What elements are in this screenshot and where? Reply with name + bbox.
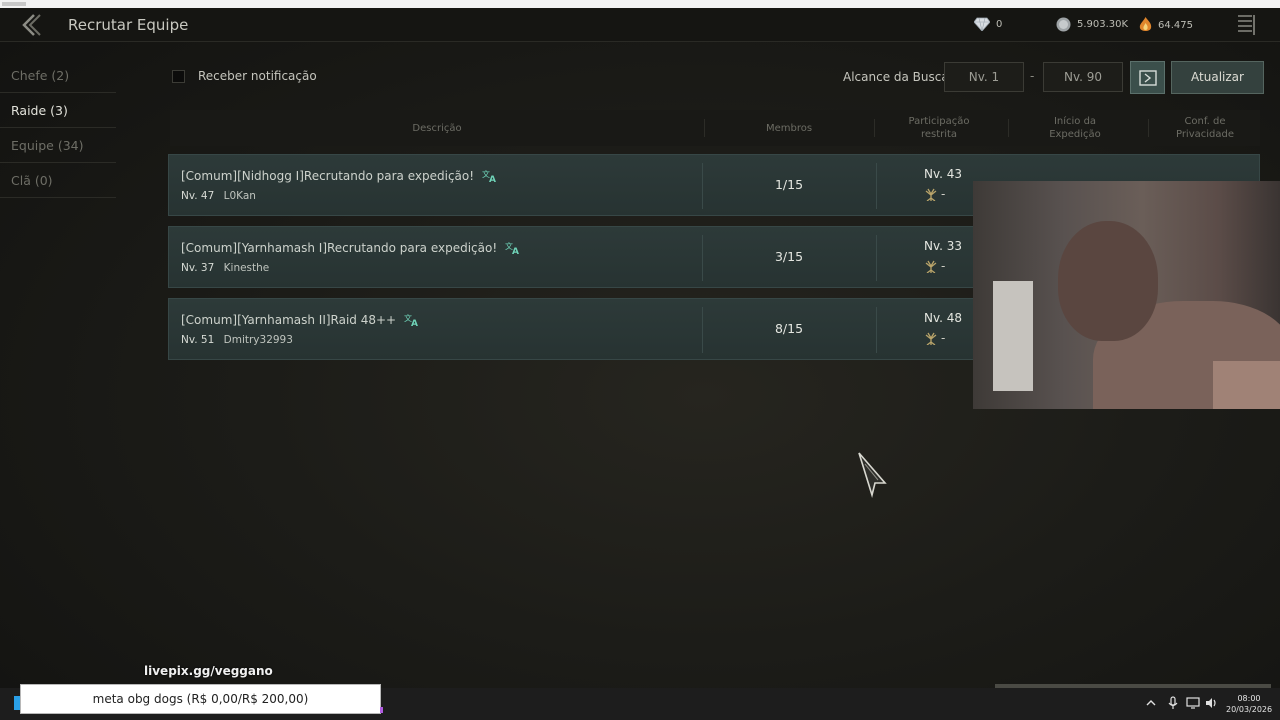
world-tree-icon <box>925 332 937 345</box>
translate-icon[interactable]: 文 A <box>482 169 498 183</box>
row-separator <box>876 235 877 281</box>
header-bar: Recrutar Equipe 0 5.903.30K 64.475 <box>0 8 1280 42</box>
col-start: Início da Expedição <box>1049 116 1101 140</box>
restriction-value: - <box>941 259 946 273</box>
silver-coin-icon <box>1056 17 1071 32</box>
world-tree-icon <box>925 260 937 273</box>
col-restricted: Participação restrita <box>908 116 970 140</box>
webcam-person-cloth <box>1213 361 1280 409</box>
clock-time: 08:00 <box>1237 694 1261 703</box>
category-nav: Chefe (2) Raide (3) Equipe (34) Clã (0) <box>0 58 116 198</box>
row-description-text: [Comum][Yarnhamash II]Raid 48++ <box>181 313 397 327</box>
webcam-person-head <box>1058 221 1158 341</box>
row-separator <box>702 307 703 353</box>
notify-checkbox[interactable] <box>172 70 185 83</box>
game-cursor-icon <box>858 452 887 498</box>
row-restriction: - <box>924 187 945 201</box>
range-separator: - <box>1030 69 1035 83</box>
window-top-strip <box>0 0 1280 8</box>
energy-amount: 64.475 <box>1158 19 1193 31</box>
world-tree-icon <box>925 188 937 201</box>
row-required-level: Nv. 33 <box>924 239 963 253</box>
row-members: 1/15 <box>774 177 804 192</box>
taskbar-clock[interactable]: 08:00 20/03/2026 <box>1226 693 1272 715</box>
taskbar-app-indicator <box>380 707 383 713</box>
page-title: Recrutar Equipe <box>68 16 189 34</box>
refresh-button[interactable]: Atualizar <box>1171 61 1264 94</box>
col-separator <box>1008 119 1009 137</box>
translate-icon[interactable]: 文 A <box>505 241 521 255</box>
restriction-value: - <box>941 331 946 345</box>
nav-item-cla[interactable]: Clã (0) <box>0 163 116 198</box>
level-max-field[interactable]: Nv. 90 <box>1043 62 1123 92</box>
leader-level: Nv. 51 <box>181 334 215 346</box>
diamond-icon <box>974 17 990 31</box>
row-required-level: Nv. 43 <box>924 167 963 181</box>
microphone-icon[interactable] <box>1166 696 1180 710</box>
search-range-label: Alcance da Busca <box>843 70 949 84</box>
row-members: 3/15 <box>774 249 804 264</box>
back-arrow-icon[interactable] <box>18 12 46 38</box>
col-members: Membros <box>765 122 813 134</box>
network-icon[interactable] <box>1186 696 1200 710</box>
row-leader: Nv. 51 Dmitry32993 <box>181 334 293 346</box>
row-leader: Nv. 47 L0Kan <box>181 190 256 202</box>
row-restriction: - <box>924 331 945 345</box>
translate-icon[interactable]: 文 A <box>404 313 420 327</box>
leader-name: L0Kan <box>223 190 256 202</box>
leader-name: Dmitry32993 <box>223 334 293 346</box>
flame-icon <box>1139 17 1152 31</box>
row-leader: Nv. 37 Kinesthe <box>181 262 269 274</box>
nav-item-raide[interactable]: Raide (3) <box>0 93 116 128</box>
clock-date: 20/03/2026 <box>1226 705 1273 714</box>
row-description: [Comum][Yarnhamash I]Recrutando para exp… <box>181 241 521 255</box>
row-separator <box>702 163 703 209</box>
reset-range-button[interactable] <box>1130 61 1165 94</box>
chevron-up-icon[interactable] <box>1144 696 1158 710</box>
leader-name: Kinesthe <box>223 262 270 274</box>
row-required-level: Nv. 48 <box>924 311 963 325</box>
livepix-link: livepix.gg/veggano <box>144 664 273 678</box>
row-separator <box>702 235 703 281</box>
row-description: [Comum][Nidhogg I]Recrutando para expedi… <box>181 169 498 183</box>
row-description-text: [Comum][Yarnhamash I]Recrutando para exp… <box>181 241 498 255</box>
volume-icon[interactable] <box>1204 696 1218 710</box>
diamond-currency: 0 <box>974 17 1002 31</box>
energy-currency: 64.475 <box>1139 17 1193 33</box>
leader-level: Nv. 37 <box>181 262 215 274</box>
table-header: Descrição Membros Participação restrita … <box>170 110 1260 146</box>
nav-item-equipe[interactable]: Equipe (34) <box>0 128 116 163</box>
svg-text:A: A <box>489 175 496 183</box>
notify-label: Receber notificação <box>198 69 317 83</box>
silver-amount: 5.903.30K <box>1077 19 1129 30</box>
level-min-field[interactable]: Nv. 1 <box>944 62 1024 92</box>
diamond-amount: 0 <box>996 18 1003 30</box>
nav-item-chefe[interactable]: Chefe (2) <box>0 58 116 93</box>
row-members: 8/15 <box>774 321 804 336</box>
row-restriction: - <box>924 259 945 273</box>
row-separator <box>876 163 877 209</box>
webcam-overlay <box>973 181 1280 409</box>
row-separator <box>876 307 877 353</box>
webcam-background-light <box>993 281 1033 391</box>
col-separator <box>1148 119 1149 137</box>
window-top-mark <box>2 2 26 6</box>
row-description: [Comum][Yarnhamash II]Raid 48++ 文 A <box>181 313 420 327</box>
reset-icon <box>1139 70 1157 86</box>
svg-text:A: A <box>512 247 519 255</box>
col-separator <box>874 119 875 137</box>
menu-icon[interactable] <box>1236 13 1258 37</box>
row-description-text: [Comum][Nidhogg I]Recrutando para expedi… <box>181 169 475 183</box>
restriction-value: - <box>941 187 946 201</box>
donation-goal-bar: meta obg dogs (R$ 0,00/R$ 200,00) <box>20 684 381 714</box>
leader-level: Nv. 47 <box>181 190 215 202</box>
col-privacy: Conf. de Privacidade <box>1175 116 1235 140</box>
silver-currency: 5.903.30K <box>1056 17 1128 32</box>
col-description: Descrição <box>412 122 462 134</box>
svg-text:A: A <box>411 319 418 327</box>
